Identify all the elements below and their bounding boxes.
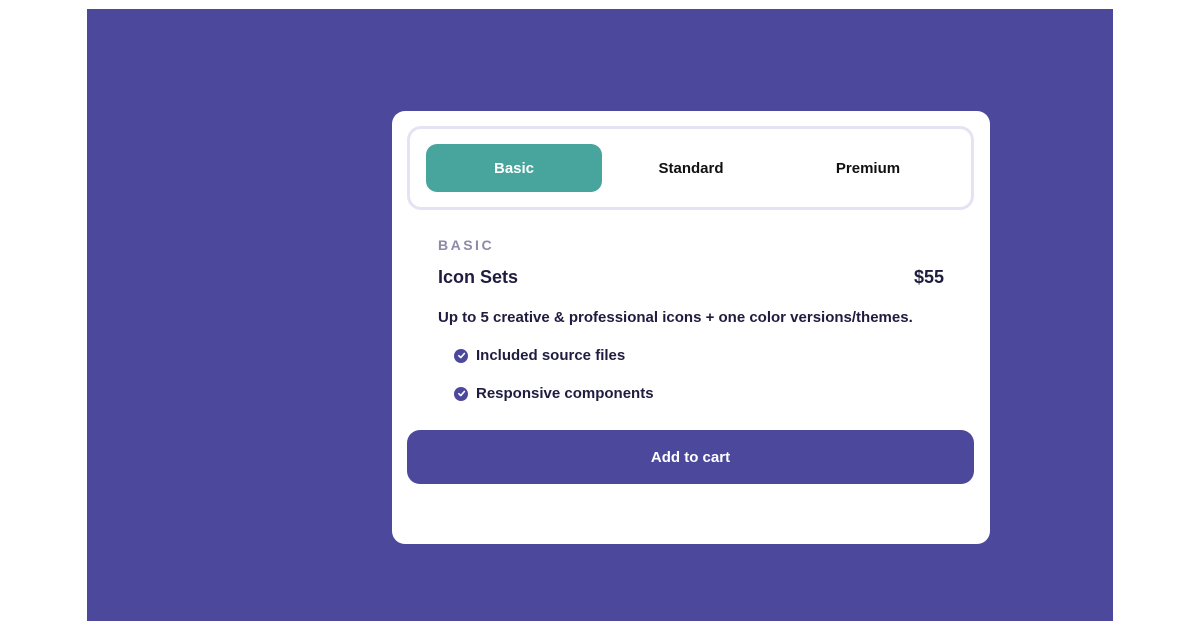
plan-description: Up to 5 creative & professional icons + … <box>438 309 913 326</box>
plan-name: Icon Sets <box>438 267 519 287</box>
feature-label: Responsive components <box>476 385 654 402</box>
add-to-cart-button[interactable]: Add to cart <box>407 430 974 484</box>
tab-premium[interactable]: Premium <box>780 144 956 192</box>
plan-price: $55 <box>913 267 944 287</box>
check-circle-icon <box>454 386 468 401</box>
tab-basic[interactable]: Basic <box>426 144 602 192</box>
tab-standard[interactable]: Standard <box>603 144 779 192</box>
pricing-card: Basic Standard Premium BASIC Icon Sets $… <box>392 111 990 544</box>
feature-item: Included source files <box>454 347 625 364</box>
plan-kicker: BASIC <box>438 237 495 253</box>
feature-item: Responsive components <box>454 385 654 402</box>
backdrop: Basic Standard Premium BASIC Icon Sets $… <box>87 9 1113 621</box>
plan-tabs: Basic Standard Premium <box>407 126 974 210</box>
check-circle-icon <box>454 348 468 363</box>
feature-label: Included source files <box>476 347 626 364</box>
